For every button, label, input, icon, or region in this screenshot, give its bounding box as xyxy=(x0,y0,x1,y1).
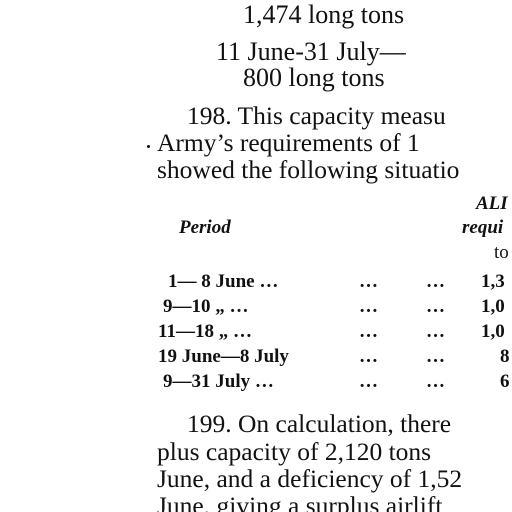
table-cell-period: 1— 8 June … xyxy=(168,271,279,292)
table-header-requirement-line-1: ALI xyxy=(476,193,508,214)
paragraph-198-line-2: Army’s requirements of 1 xyxy=(157,128,420,157)
table-cell-leader: … xyxy=(426,321,446,342)
paragraph-199-line-1: 199. On calculation, there xyxy=(187,409,452,438)
table-cell-leader: … xyxy=(426,371,446,392)
table-cell-leader: … xyxy=(359,271,379,292)
stray-mark xyxy=(147,145,150,148)
table-cell-leader: … xyxy=(426,296,446,317)
table-row: 11—18 „ … … … 1,0 xyxy=(0,320,512,344)
table-cell-value: 1,0 xyxy=(481,296,505,317)
table-cell-period: 9—10 „ … xyxy=(163,296,249,317)
table-cell-leader: … xyxy=(359,371,379,392)
table-row: 1— 8 June … … … 1,3 xyxy=(0,270,512,294)
table-row: 19 June—8 July … … 8 xyxy=(0,345,512,369)
table-cell-leader: … xyxy=(426,346,446,367)
paragraph-198-line-3: showed the following situatio xyxy=(157,155,460,184)
table-cell-leader: … xyxy=(359,296,379,317)
capacity-line-2: 11 June-31 July— xyxy=(216,37,406,66)
table-cell-leader: … xyxy=(359,321,379,342)
paragraph-198-line-1: 198. This capacity measu xyxy=(187,101,446,130)
table-cell-period: 11—18 „ … xyxy=(158,321,252,342)
table-row: 9—10 „ … … … 1,0 xyxy=(0,295,512,319)
capacity-line-3: 800 long tons xyxy=(243,63,385,92)
table-cell-period: 9—31 July … xyxy=(163,371,274,392)
table-cell-value: 8 xyxy=(500,346,510,367)
capacity-line-1: 1,474 long tons xyxy=(243,0,405,29)
table-cell-leader: … xyxy=(426,271,446,292)
table-cell-period: 19 June—8 July xyxy=(158,346,289,367)
table-row: 9—31 July … … … 6 xyxy=(0,370,512,394)
table-header-period: Period xyxy=(179,217,231,238)
table-cell-leader: … xyxy=(359,346,379,367)
table-cell-value: 6 xyxy=(500,371,510,392)
document-page: 1,474 long tons 11 June-31 July— 800 lon… xyxy=(0,0,512,512)
table-header-requirement-line-3: to xyxy=(494,242,509,263)
table-header-requirement-line-2: requi xyxy=(462,217,504,238)
paragraph-199-line-4: June, giving a surplus airlift xyxy=(157,491,443,512)
table-cell-value: 1,3 xyxy=(481,271,505,292)
paragraph-199-line-3: June, and a deficiency of 1,52 xyxy=(157,464,463,493)
table-cell-value: 1,0 xyxy=(481,321,505,342)
paragraph-199-line-2: plus capacity of 2,120 tons xyxy=(157,437,432,466)
